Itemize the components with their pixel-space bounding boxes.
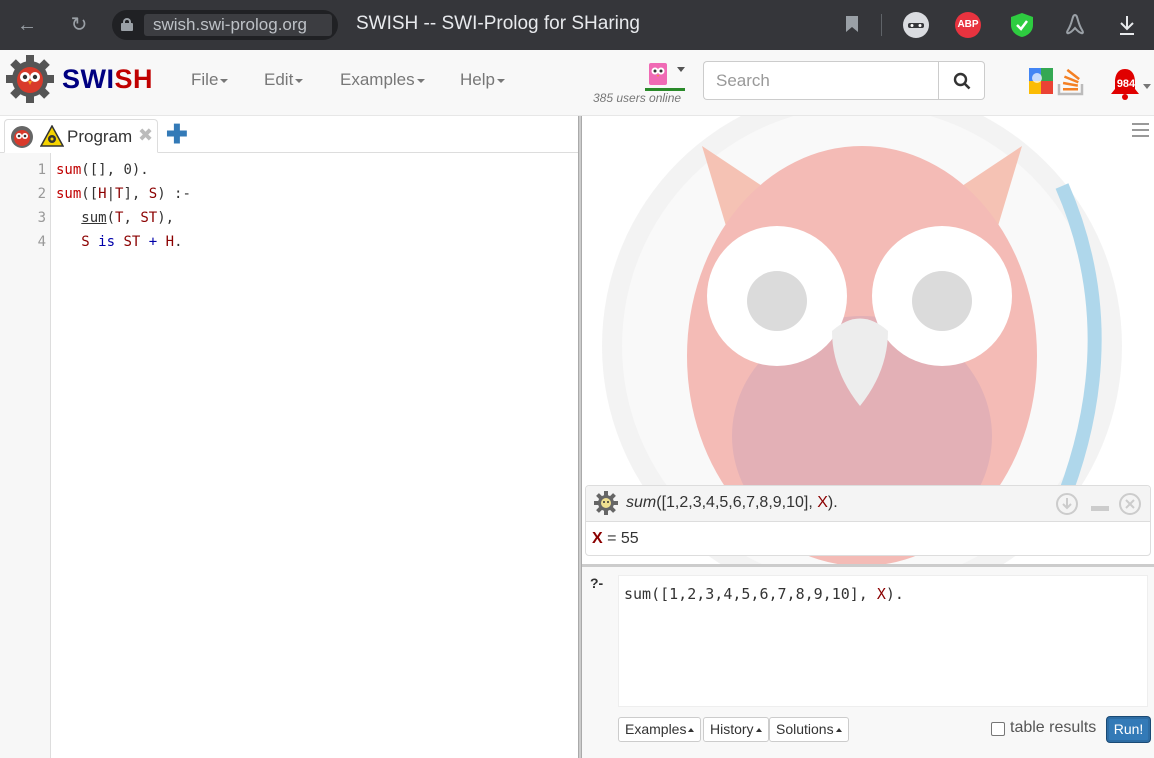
code-line-1[interactable]: sum([], 0). bbox=[56, 162, 149, 178]
gear-icon bbox=[594, 491, 618, 515]
url-text: swish.swi-prolog.org bbox=[144, 14, 332, 36]
code-line-3[interactable]: sum(T, ST), bbox=[56, 210, 174, 226]
menu-examples[interactable]: Examples bbox=[340, 70, 425, 90]
caret-down-icon bbox=[220, 78, 229, 83]
query-prompt: ?- bbox=[590, 575, 604, 591]
close-tab-icon[interactable]: ✖ bbox=[138, 125, 153, 146]
query-editor[interactable]: sum([1,2,3,4,5,6,7,8,9,10], X). bbox=[618, 575, 1148, 707]
menu-edit[interactable]: Edit bbox=[264, 70, 304, 90]
caret-down-icon bbox=[496, 78, 505, 83]
answer-query: sum([1,2,3,4,5,6,7,8,9,10], X). bbox=[626, 494, 838, 511]
menu-help[interactable]: Help bbox=[460, 70, 505, 90]
results-pane: sum([1,2,3,4,5,6,7,8,9,10], X). X = 55 ?… bbox=[582, 116, 1154, 758]
code-line-4[interactable]: S is ST + H. bbox=[56, 234, 182, 250]
caret-down-icon bbox=[295, 78, 304, 83]
swish-brand[interactable]: SWISH bbox=[62, 64, 153, 95]
search-icon bbox=[953, 72, 971, 90]
download-icon[interactable] bbox=[1117, 14, 1137, 36]
page-title: SWISH -- SWI-Prolog for SHaring bbox=[356, 13, 640, 34]
browser-toolbar: ← ↻ swish.swi-prolog.org SWISH -- SWI-Pr… bbox=[0, 0, 1154, 50]
caret-down-icon[interactable] bbox=[677, 67, 685, 72]
table-results-label: table results bbox=[1010, 719, 1097, 736]
query-code[interactable]: sum([1,2,3,4,5,6,7,8,9,10], X). bbox=[624, 585, 904, 603]
toolbar-separator bbox=[881, 14, 882, 36]
answer-result: X = 55 bbox=[592, 530, 639, 547]
solutions-button[interactable]: Solutions bbox=[769, 717, 849, 742]
answer-header: sum([1,2,3,4,5,6,7,8,9,10], X). bbox=[586, 486, 1150, 522]
swish-owl-icon bbox=[11, 126, 33, 148]
shield-icon[interactable] bbox=[1009, 12, 1035, 38]
caret-up-icon bbox=[835, 728, 842, 733]
query-panel: ?- sum([1,2,3,4,5,6,7,8,9,10], X). Examp… bbox=[582, 564, 1154, 758]
tab-program[interactable]: Program ✖ bbox=[4, 119, 158, 153]
line-number: 2 bbox=[37, 186, 46, 202]
search-input[interactable] bbox=[703, 61, 939, 100]
bookmark-icon[interactable] bbox=[845, 15, 859, 33]
acrobat-icon[interactable] bbox=[1062, 12, 1088, 38]
warning-icon bbox=[40, 125, 64, 147]
line-number: 4 bbox=[37, 234, 46, 250]
caret-up-icon bbox=[688, 728, 695, 733]
user-avatar-icon[interactable] bbox=[648, 62, 668, 86]
line-number-gutter: 1 2 3 4 bbox=[0, 153, 51, 758]
run-button[interactable]: Run! bbox=[1107, 717, 1150, 742]
line-number: 1 bbox=[37, 162, 46, 178]
download-answer-icon[interactable] bbox=[1056, 493, 1078, 515]
editor-tab-bar: Program ✖ ✚ bbox=[0, 116, 578, 153]
history-button[interactable]: History bbox=[703, 717, 769, 742]
minimize-answer-icon[interactable] bbox=[1091, 506, 1109, 511]
examples-button[interactable]: Examples bbox=[618, 717, 702, 742]
abp-icon[interactable]: ABP bbox=[955, 12, 981, 38]
incognito-icon[interactable] bbox=[903, 12, 929, 38]
search-button[interactable] bbox=[938, 61, 985, 100]
close-answer-icon[interactable] bbox=[1119, 493, 1141, 515]
caret-down-icon bbox=[416, 78, 425, 83]
line-number: 3 bbox=[37, 210, 46, 226]
google-plus-icon[interactable] bbox=[1028, 67, 1054, 95]
caret-up-icon bbox=[755, 728, 762, 733]
answer-panel: sum([1,2,3,4,5,6,7,8,9,10], X). X = 55 bbox=[585, 485, 1151, 556]
address-bar[interactable]: swish.swi-prolog.org bbox=[112, 10, 338, 40]
menu-hamburger-icon[interactable] bbox=[1132, 123, 1149, 137]
stackoverflow-icon[interactable] bbox=[1056, 66, 1086, 96]
back-arrow-icon[interactable]: ← bbox=[14, 12, 40, 38]
add-tab-icon[interactable]: ✚ bbox=[166, 120, 188, 148]
tab-label: Program bbox=[67, 127, 133, 146]
program-editor-pane: Program ✖ ✚ 1 2 3 4 sum([], 0). sum([H|T… bbox=[0, 116, 578, 758]
notification-count: 984 bbox=[1116, 78, 1136, 90]
caret-down-icon[interactable] bbox=[1143, 84, 1151, 89]
code-line-2[interactable]: sum([H|T], S) :- bbox=[56, 186, 191, 202]
table-results-checkbox[interactable] bbox=[991, 722, 1005, 736]
lock-icon bbox=[121, 18, 133, 31]
swish-logo-icon[interactable] bbox=[5, 54, 55, 104]
reload-icon[interactable]: ↻ bbox=[66, 12, 92, 38]
users-online-count: 385 users online bbox=[593, 91, 682, 105]
menu-file[interactable]: File bbox=[191, 70, 229, 90]
